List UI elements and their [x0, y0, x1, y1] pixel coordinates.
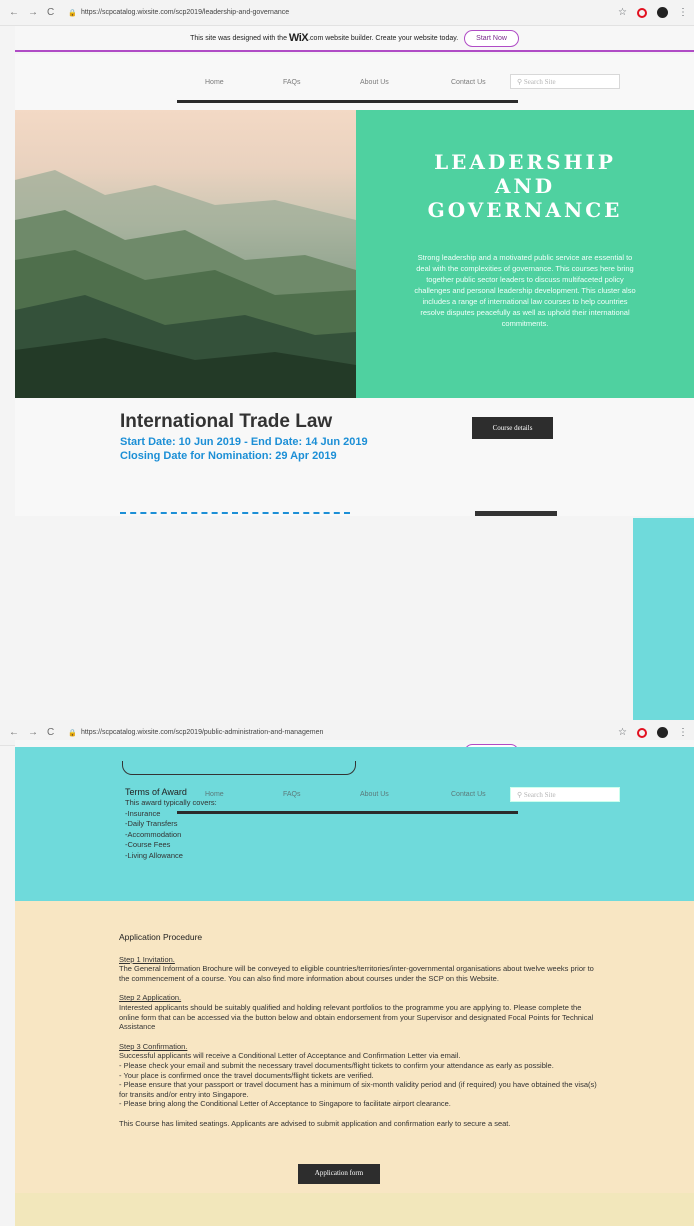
course-closing-date: Closing Date for Nomination: 29 Apr 2019 — [120, 450, 337, 462]
nav-faqs[interactable]: FAQs — [283, 791, 301, 798]
step-3-line: - Please ensure that your passport or tr… — [119, 1080, 597, 1099]
nav-contact-us[interactable]: Contact Us — [451, 79, 486, 86]
forward-icon[interactable]: → — [28, 727, 38, 738]
nav-underline — [177, 811, 518, 814]
menu-icon[interactable]: ⋮ — [678, 727, 688, 738]
award-item: -Accommodation — [125, 829, 182, 839]
award-list: This award typically covers: -Insurance … — [125, 798, 217, 861]
search-icon: ⚲ — [517, 791, 523, 799]
step-3-title: Step 3 Confirmation. — [119, 1041, 188, 1051]
profile-icon[interactable] — [657, 7, 668, 18]
nav-about-us[interactable]: About Us — [360, 791, 389, 798]
award-item: -Living Allowance — [125, 850, 183, 860]
section-footer-band — [15, 1193, 694, 1226]
hero-description: Strong leadership and a motivated public… — [414, 253, 636, 328]
application-heading: Application Procedure — [119, 932, 203, 942]
lock-icon: 🔒 — [68, 9, 77, 17]
bookmark-star-icon[interactable]: ☆ — [618, 727, 627, 738]
step-3-line: - Please bring along the Conditional Let… — [119, 1099, 451, 1109]
step-3-line: - Your place is confirmed once the trave… — [119, 1070, 374, 1080]
award-item: -Insurance — [125, 808, 161, 818]
opera-icon[interactable] — [637, 7, 647, 18]
forward-icon[interactable]: → — [28, 7, 38, 18]
hero-title-line: AND — [494, 174, 556, 198]
course-title: International Trade Law — [120, 411, 333, 432]
back-icon[interactable]: ← — [9, 7, 19, 18]
hero-panel: LEADERSHIP AND GOVERNANCE Strong leaders… — [356, 110, 694, 398]
award-item: -Course Fees — [125, 840, 171, 849]
course-dates: Start Date: 10 Jun 2019 - End Date: 14 J… — [120, 436, 368, 448]
wix-banner: This site was designed with the WiX .com … — [15, 26, 694, 52]
nav-home[interactable]: Home — [205, 79, 224, 86]
url-text: https://scpcatalog.wixsite.com/scp2019/l… — [80, 9, 290, 16]
course-details-button[interactable]: Course details — [472, 417, 553, 439]
nav-faqs[interactable]: FAQs — [283, 79, 301, 86]
step-3-line: Successful applicants will receive a Con… — [119, 1051, 461, 1061]
step-1-title: Step 1 Invitation. — [119, 954, 175, 964]
reload-icon[interactable]: C — [47, 7, 54, 18]
application-procedure-section: Application Procedure Step 1 Invitation.… — [15, 901, 694, 1226]
search-placeholder: Search Site — [523, 791, 556, 799]
browser-toolbar: ← → C 🔒 https://scpcatalog.wixsite.com/s… — [0, 0, 694, 26]
step-1-body: The General Information Brochure will be… — [119, 964, 594, 983]
back-icon[interactable]: ← — [9, 727, 19, 738]
url-text: https://scpcatalog.wixsite.com/scp2019/p… — [80, 729, 324, 736]
course-card: International Trade Law Start Date: 10 J… — [15, 398, 694, 516]
search-icon: ⚲ — [517, 78, 523, 86]
nav-contact-us[interactable]: Contact Us — [451, 791, 486, 798]
wix-logo: WiX — [288, 32, 309, 44]
site-navigation: Home FAQs About Us Contact Us ⚲ Search S… — [15, 54, 694, 110]
rounded-outline — [122, 761, 356, 775]
step-2-title: Step 2 Application. — [119, 993, 182, 1003]
blank-area — [0, 516, 694, 720]
teal-strip — [633, 518, 694, 720]
opera-icon[interactable] — [637, 727, 647, 738]
search-input[interactable]: ⚲ Search Site — [510, 787, 620, 802]
reload-icon[interactable]: C — [47, 727, 54, 738]
start-now-button[interactable]: Start Now — [464, 29, 519, 47]
nav-about-us[interactable]: About Us — [360, 79, 389, 86]
lock-icon: 🔒 — [68, 729, 77, 737]
award-heading: Terms of Award — [125, 787, 187, 797]
award-item: -Daily Transfers — [125, 819, 178, 828]
wix-banner-text: This site was designed with the — [190, 34, 287, 42]
profile-icon[interactable] — [657, 727, 668, 738]
wix-banner-text-2: .com website builder. Create your websit… — [308, 34, 459, 42]
mountain-photo — [15, 110, 356, 398]
nav-underline — [177, 100, 518, 103]
address-bar[interactable]: 🔒 https://scpcatalog.wixsite.com/scp2019… — [68, 9, 289, 17]
menu-icon[interactable]: ⋮ — [678, 7, 688, 18]
hero-title-line: GOVERNANCE — [427, 198, 623, 222]
award-intro: This award typically covers: — [125, 798, 217, 807]
hero-title-line: LEADERSHIP — [434, 150, 616, 174]
hero-title: LEADERSHIP AND GOVERNANCE — [356, 150, 694, 222]
address-bar[interactable]: 🔒 https://scpcatalog.wixsite.com/scp2019… — [68, 729, 323, 737]
step-3-line: - Please check your email and submit the… — [119, 1060, 554, 1070]
nav-home[interactable]: Home — [205, 791, 224, 798]
search-input[interactable]: ⚲ Search Site — [510, 74, 620, 89]
bookmark-star-icon[interactable]: ☆ — [618, 7, 627, 18]
hero-section: LEADERSHIP AND GOVERNANCE Strong leaders… — [15, 110, 694, 398]
step-2-body: Interested applicants should be suitably… — [119, 1002, 594, 1032]
search-placeholder: Search Site — [523, 78, 556, 86]
terms-of-award-section: Home FAQs About Us Contact Us ⚲ Search S… — [15, 747, 694, 901]
application-form-button[interactable]: Application form — [298, 1164, 380, 1184]
limited-seating-note: This Course has limited seatings. Applic… — [119, 1118, 511, 1128]
